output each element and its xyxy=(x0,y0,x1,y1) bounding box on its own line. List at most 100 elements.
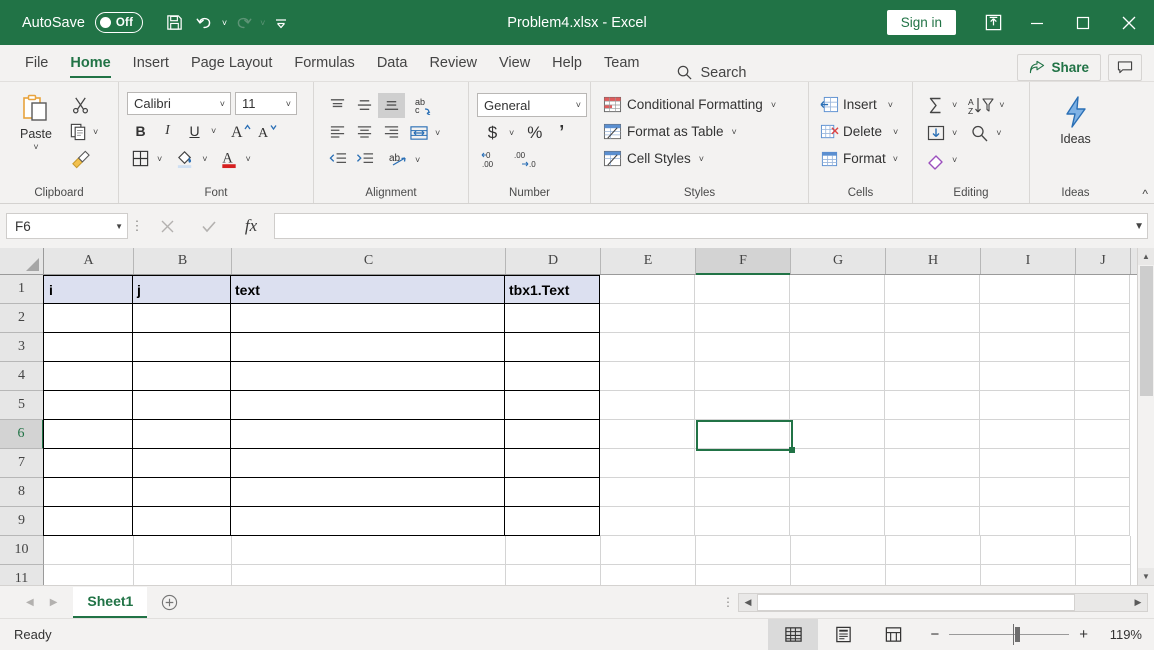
font-color-dropdown-icon[interactable]: ˅ xyxy=(243,154,254,164)
name-box[interactable]: F6 ▼ xyxy=(6,213,128,239)
cell-e6[interactable] xyxy=(600,420,695,449)
format-painter-button[interactable] xyxy=(66,145,101,172)
column-header-j[interactable]: J xyxy=(1076,248,1131,274)
wrap-text-dropdown-icon[interactable]: ˅ xyxy=(412,155,423,165)
cell-h1[interactable] xyxy=(885,275,980,304)
tab-formulas[interactable]: Formulas xyxy=(283,45,365,81)
cell-j4[interactable] xyxy=(1075,362,1130,391)
conditional-formatting-button[interactable]: Conditional Formatting ˅ xyxy=(599,91,783,118)
cell-e5[interactable] xyxy=(600,391,695,420)
maximize-icon[interactable] xyxy=(1060,0,1106,45)
cell-g6[interactable] xyxy=(790,420,885,449)
tab-home[interactable]: Home xyxy=(59,45,121,81)
font-family-select[interactable]: Calibri ˅ xyxy=(127,92,231,115)
cell-e7[interactable] xyxy=(600,449,695,478)
column-header-e[interactable]: E xyxy=(601,248,696,274)
cell-i6[interactable] xyxy=(980,420,1075,449)
select-all-corner[interactable] xyxy=(0,248,44,274)
merge-and-center-button[interactable] xyxy=(405,120,432,145)
cell-d1[interactable]: tbx1.Text xyxy=(505,275,600,304)
previous-sheet-icon[interactable]: ◀ xyxy=(26,597,34,608)
cell-j5[interactable] xyxy=(1075,391,1130,420)
name-box-dropdown-icon[interactable]: ▼ xyxy=(115,222,123,231)
cell-b10[interactable] xyxy=(134,536,232,565)
borders-button[interactable] xyxy=(127,146,154,171)
cell-c6[interactable] xyxy=(231,420,505,449)
vertical-scroll-track[interactable] xyxy=(1138,265,1154,568)
cell-a6[interactable] xyxy=(43,420,133,449)
row-header-2[interactable]: 2 xyxy=(0,304,44,333)
redo-icon[interactable] xyxy=(229,8,257,38)
page-layout-view-icon[interactable] xyxy=(818,619,868,650)
delete-cells-dropdown-icon[interactable]: ˅ xyxy=(890,127,901,137)
expand-formula-bar-icon[interactable]: ▼ xyxy=(1134,221,1144,232)
cell-d11[interactable] xyxy=(506,565,601,585)
font-size-dropdown-icon[interactable]: ˅ xyxy=(283,99,294,109)
underline-dropdown-icon[interactable]: ˅ xyxy=(208,126,219,136)
row-header-7[interactable]: 7 xyxy=(0,449,44,478)
font-size-select[interactable]: 11 ˅ xyxy=(235,92,297,115)
column-header-d[interactable]: D xyxy=(506,248,601,274)
cell-b2[interactable] xyxy=(133,304,231,333)
cell-b5[interactable] xyxy=(133,391,231,420)
cell-i8[interactable] xyxy=(980,478,1075,507)
cell-a11[interactable] xyxy=(44,565,134,585)
decrease-font-size-button[interactable]: A xyxy=(254,118,281,143)
row-header-6[interactable]: 6 xyxy=(0,420,44,449)
page-break-preview-icon[interactable] xyxy=(868,619,918,650)
row-header-3[interactable]: 3 xyxy=(0,333,44,362)
column-header-i[interactable]: I xyxy=(981,248,1076,274)
row-header-10[interactable]: 10 xyxy=(0,536,44,565)
cell-f5[interactable] xyxy=(695,391,790,420)
redo-dropdown-icon[interactable]: ˅ xyxy=(259,18,265,28)
font-color-button[interactable]: A xyxy=(216,146,243,171)
cell-i3[interactable] xyxy=(980,333,1075,362)
cell-f7[interactable] xyxy=(695,449,790,478)
cell-e2[interactable] xyxy=(600,304,695,333)
horizontal-scroll-thumb[interactable] xyxy=(757,593,1075,611)
clear-dropdown-icon[interactable]: ˅ xyxy=(949,155,960,165)
cell-i5[interactable] xyxy=(980,391,1075,420)
cell-h10[interactable] xyxy=(886,536,981,565)
cell-h6[interactable] xyxy=(885,420,980,449)
cell-d6[interactable] xyxy=(505,420,600,449)
cell-g4[interactable] xyxy=(790,362,885,391)
cell-g10[interactable] xyxy=(791,536,886,565)
row-header-4[interactable]: 4 xyxy=(0,362,44,391)
row-header-5[interactable]: 5 xyxy=(0,391,44,420)
cell-c2[interactable] xyxy=(231,304,505,333)
cell-i10[interactable] xyxy=(981,536,1076,565)
decrease-decimal-button[interactable]: .00.0 xyxy=(511,146,543,171)
cell-a5[interactable] xyxy=(43,391,133,420)
cell-i7[interactable] xyxy=(980,449,1075,478)
align-bottom-button[interactable] xyxy=(378,93,405,118)
cell-c4[interactable] xyxy=(231,362,505,391)
fill-color-dropdown-icon[interactable]: ˅ xyxy=(199,154,210,164)
minimize-icon[interactable] xyxy=(1014,0,1060,45)
fill-handle[interactable] xyxy=(789,447,795,453)
cell-a9[interactable] xyxy=(43,507,133,536)
format-as-table-button[interactable]: Format as Table ˅ xyxy=(599,118,744,145)
cell-f11[interactable] xyxy=(696,565,791,585)
align-middle-button[interactable] xyxy=(351,93,378,118)
cell-b3[interactable] xyxy=(133,333,231,362)
cell-i2[interactable] xyxy=(980,304,1075,333)
sort-and-filter-button[interactable]: AZ xyxy=(966,93,996,118)
comma-format-button[interactable]: ’ xyxy=(548,120,575,145)
find-and-select-button[interactable] xyxy=(966,121,993,146)
cell-a1[interactable]: i xyxy=(43,275,133,304)
paste-dropdown-icon[interactable]: ˅ xyxy=(30,142,41,152)
autosave-toggle[interactable]: Off xyxy=(94,12,143,33)
column-header-h[interactable]: H xyxy=(886,248,981,274)
cell-h3[interactable] xyxy=(885,333,980,362)
row-header-8[interactable]: 8 xyxy=(0,478,44,507)
fill-dropdown-icon[interactable]: ˅ xyxy=(949,128,960,138)
cell-f6[interactable] xyxy=(695,420,790,449)
worksheet-grid[interactable]: A B C D E F G H I J 1 2 3 4 5 6 7 8 9 10 xyxy=(0,248,1154,585)
copy-button[interactable]: ˅ xyxy=(66,118,101,145)
cell-i11[interactable] xyxy=(981,565,1076,585)
undo-icon[interactable] xyxy=(191,8,219,38)
align-center-button[interactable] xyxy=(351,120,378,145)
cell-j7[interactable] xyxy=(1075,449,1130,478)
orientation-button[interactable]: ab c xyxy=(411,93,438,118)
